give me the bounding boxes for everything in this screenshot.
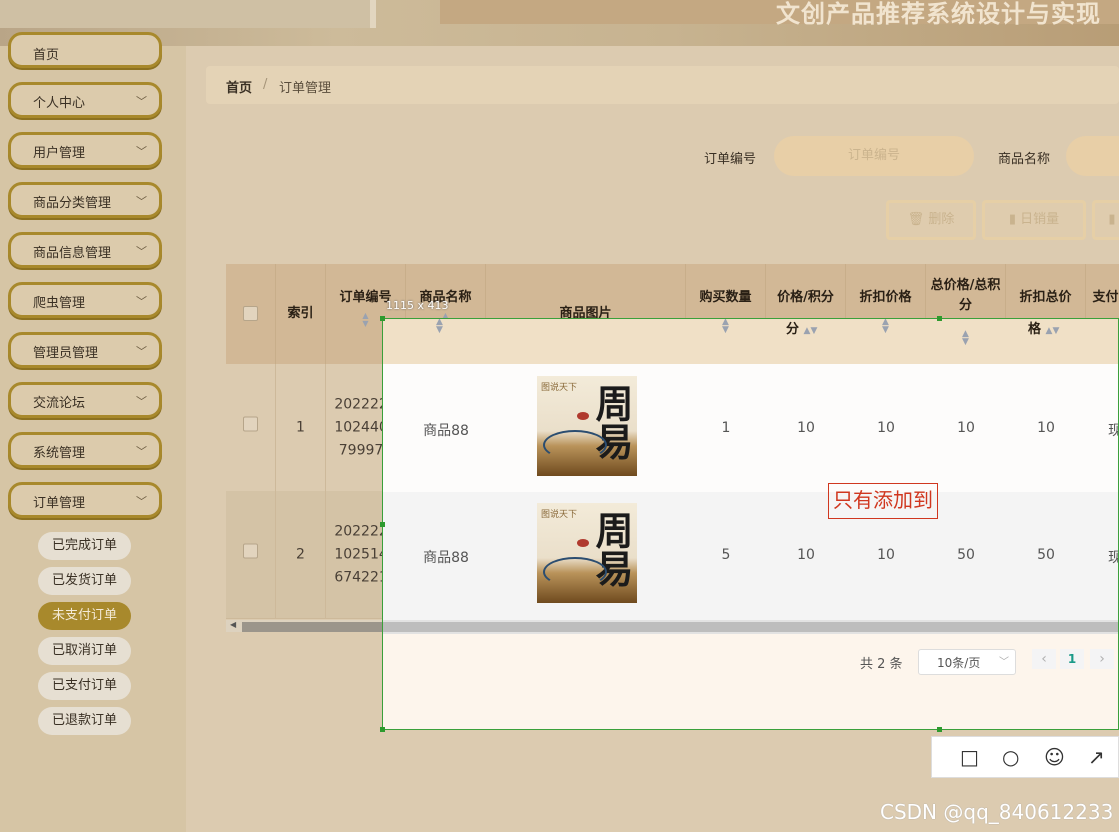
selection-dimensions: 1115 x 413	[386, 299, 449, 312]
screenshot-toolbar: □ ○ ☺ ↗	[931, 736, 1119, 778]
chevron-down-icon: ﹀	[136, 295, 147, 308]
breadcrumb-separator: /	[263, 77, 268, 92]
select-all-checkbox[interactable]	[243, 306, 258, 321]
cell-index: 2	[276, 491, 326, 618]
top-header: 文创产品推荐系统设计与实现	[0, 0, 1119, 48]
chevron-down-icon: ﹀	[136, 445, 147, 458]
watermark: CSDN @qq_840612233	[880, 800, 1114, 824]
arrow-icon[interactable]: ↗	[1088, 747, 1105, 767]
submenu-refunded-orders[interactable]: 已退款订单	[38, 707, 132, 735]
chevron-down-icon: ﹀	[136, 95, 147, 108]
sidebar-item-label: 订单管理	[33, 496, 86, 511]
system-title: 文创产品推荐系统设计与实现	[776, 0, 1101, 28]
chevron-down-icon: ﹀	[136, 245, 147, 258]
sidebar-item-order-management[interactable]: 订单管理 ﹀	[8, 482, 162, 518]
sidebar-item-label: 首页	[33, 48, 60, 63]
annotation-text-box[interactable]: 只有添加到	[828, 483, 938, 519]
circle-icon[interactable]: ○	[1002, 747, 1019, 767]
submenu-cancelled-orders[interactable]: 已取消订单	[38, 637, 132, 665]
select-all-header	[226, 264, 276, 364]
resize-handle[interactable]	[380, 522, 385, 527]
chevron-down-icon: ﹀	[136, 395, 147, 408]
sidebar-item-label: 管理员管理	[33, 346, 99, 361]
sidebar-item-category-management[interactable]: 商品分类管理 ﹀	[8, 182, 162, 218]
sidebar-item-user-management[interactable]: 用户管理 ﹀	[8, 132, 162, 168]
scroll-left-icon[interactable]: ◀	[230, 620, 236, 629]
sidebar-item-label: 商品分类管理	[33, 196, 112, 211]
sidebar-item-label: 商品信息管理	[33, 246, 112, 261]
row-checkbox[interactable]	[243, 416, 258, 431]
rectangle-icon[interactable]: □	[960, 747, 979, 767]
sidebar-item-label: 交流论坛	[33, 396, 86, 411]
daily-sales-button-label: 日销量	[1020, 212, 1060, 227]
order-no-input[interactable]: 订单编号	[774, 136, 974, 176]
submenu-completed-orders[interactable]: 已完成订单	[38, 532, 132, 560]
chevron-down-icon: ﹀	[136, 495, 147, 508]
daily-sales-button[interactable]: ▮ 日销量	[982, 200, 1086, 240]
breadcrumb: 首页 / 订单管理	[206, 66, 1119, 104]
sidebar-item-system-management[interactable]: 系统管理 ﹀	[8, 432, 162, 468]
more-stats-button[interactable]: ▮	[1092, 200, 1119, 240]
sidebar: 首页 个人中心 ﹀ 用户管理 ﹀ 商品分类管理 ﹀ 商品信息管理 ﹀ 爬虫管理 …	[0, 32, 186, 832]
sidebar-item-label: 用户管理	[33, 146, 86, 161]
sidebar-item-personal-center[interactable]: 个人中心 ﹀	[8, 82, 162, 118]
resize-handle[interactable]	[937, 316, 942, 321]
chevron-down-icon: ﹀	[136, 345, 147, 358]
sidebar-item-label: 个人中心	[33, 96, 86, 111]
bar-chart-icon: ▮	[1008, 212, 1021, 227]
row-checkbox[interactable]	[243, 543, 258, 558]
sidebar-item-home[interactable]: 首页	[8, 32, 162, 68]
sidebar-item-crawler[interactable]: 爬虫管理 ﹀	[8, 282, 162, 318]
resize-handle[interactable]	[937, 727, 942, 732]
sidebar-item-admin-management[interactable]: 管理员管理 ﹀	[8, 332, 162, 368]
header-decoration	[0, 0, 376, 28]
chevron-down-icon: ﹀	[136, 195, 147, 208]
delete-button[interactable]: 🗑 删除	[886, 200, 976, 240]
column-header[interactable]: 索引	[276, 264, 326, 364]
sidebar-item-product-info[interactable]: 商品信息管理 ﹀	[8, 232, 162, 268]
screenshot-selection-box[interactable]	[382, 318, 1119, 730]
breadcrumb-home[interactable]: 首页	[226, 77, 252, 96]
sidebar-item-forum[interactable]: 交流论坛 ﹀	[8, 382, 162, 418]
submenu-unpaid-orders[interactable]: 未支付订单	[38, 602, 132, 630]
sidebar-item-label: 系统管理	[33, 446, 86, 461]
order-no-label: 订单编号	[704, 152, 757, 167]
delete-button-label: 删除	[928, 212, 955, 227]
product-name-label: 商品名称	[998, 152, 1051, 167]
sidebar-item-label: 爬虫管理	[33, 296, 86, 311]
bar-chart-icon: ▮	[1108, 212, 1116, 227]
row-select[interactable]	[226, 491, 276, 618]
emoji-icon[interactable]: ☺	[1044, 747, 1065, 767]
cell-index: 1	[276, 364, 326, 491]
chevron-down-icon: ﹀	[136, 145, 147, 158]
breadcrumb-current: 订单管理	[279, 81, 332, 96]
resize-handle[interactable]	[380, 727, 385, 732]
resize-handle[interactable]	[380, 316, 385, 321]
row-select[interactable]	[226, 364, 276, 491]
submenu-shipped-orders[interactable]: 已发货订单	[38, 567, 132, 595]
product-name-input[interactable]	[1066, 136, 1119, 176]
submenu-paid-orders[interactable]: 已支付订单	[38, 672, 132, 700]
trash-icon: 🗑	[907, 212, 929, 227]
